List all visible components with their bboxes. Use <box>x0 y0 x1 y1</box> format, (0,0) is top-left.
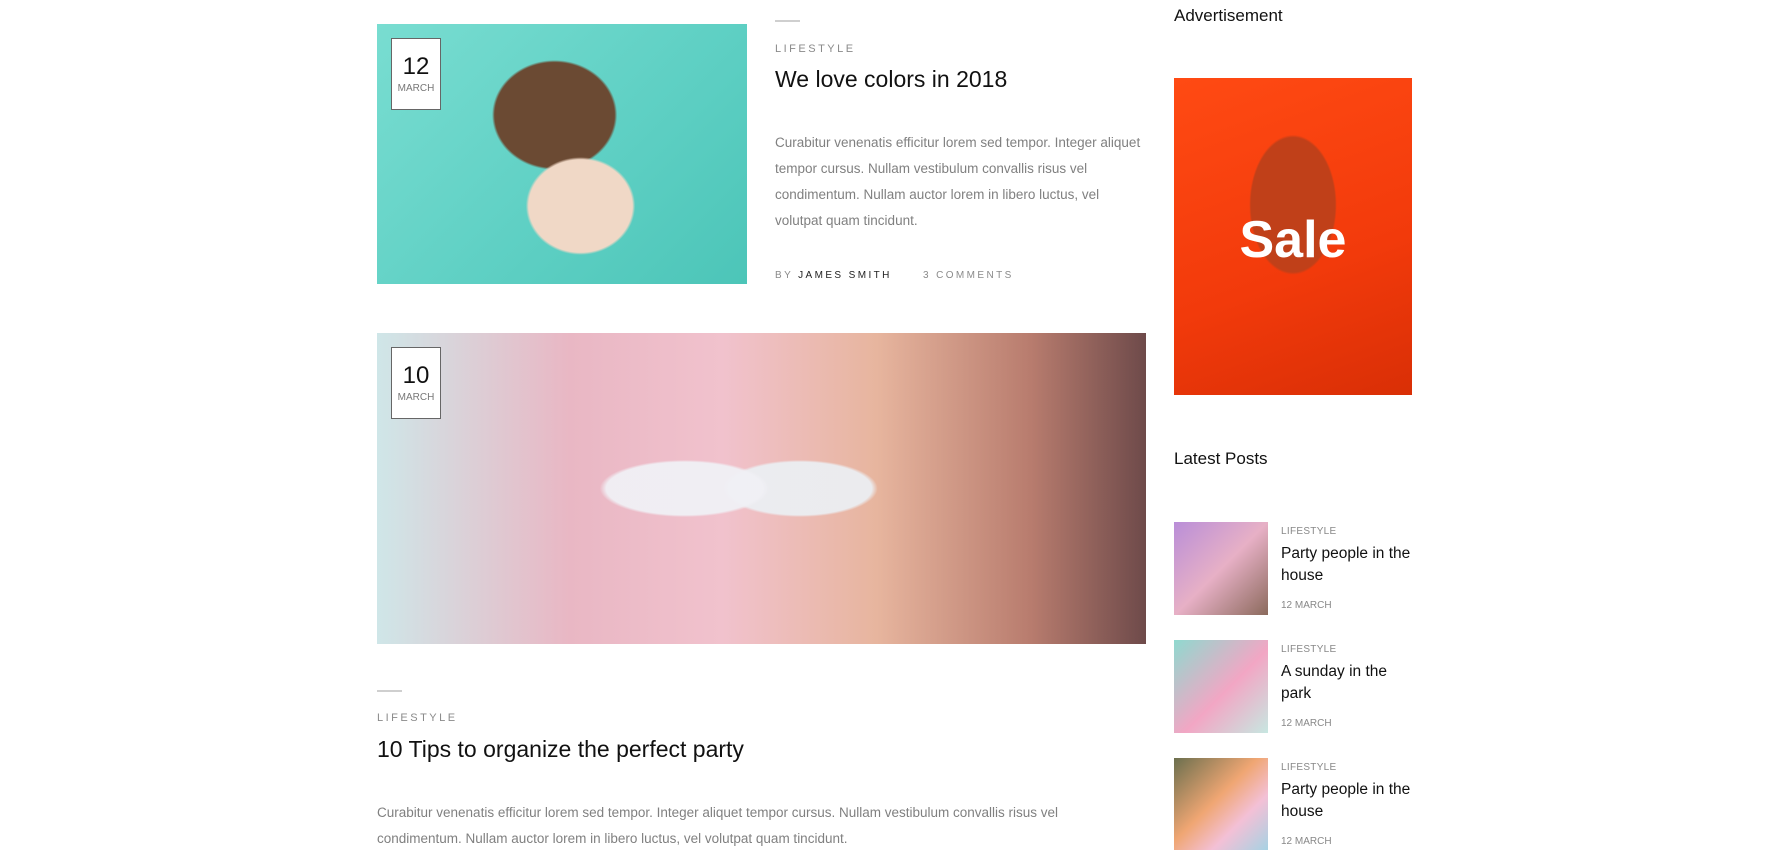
divider <box>775 20 800 22</box>
latest-post-category[interactable]: LIFESTYLE <box>1281 526 1337 537</box>
latest-post-thumbnail[interactable] <box>1174 758 1268 850</box>
post-author[interactable]: JAMES SMITH <box>798 270 892 281</box>
post-title[interactable]: We love colors in 2018 <box>775 66 1007 93</box>
advertisement-heading: Advertisement <box>1174 6 1283 25</box>
post-comments[interactable]: 3 COMMENTS <box>923 270 1014 281</box>
date-day: 12 <box>402 53 430 80</box>
date-day: 10 <box>402 362 430 389</box>
latest-post-thumbnail[interactable] <box>1174 640 1268 733</box>
latest-post-title[interactable]: A sunday in the park <box>1281 661 1421 705</box>
latest-post-date: 12 MARCH <box>1281 718 1332 729</box>
date-badge: 10 MARCH <box>391 347 441 419</box>
post-category[interactable]: LIFESTYLE <box>377 712 458 724</box>
latest-post-date: 12 MARCH <box>1281 836 1332 847</box>
latest-post-category[interactable]: LIFESTYLE <box>1281 644 1337 655</box>
date-month: MARCH <box>397 392 435 403</box>
post-excerpt: Curabitur venenatis efficitur lorem sed … <box>775 135 1141 228</box>
latest-posts-heading: Latest Posts <box>1174 449 1268 468</box>
by-label: BY <box>775 270 793 281</box>
latest-post-title[interactable]: Party people in the house <box>1281 543 1421 587</box>
date-month: MARCH <box>397 83 435 94</box>
latest-post-thumbnail[interactable] <box>1174 522 1268 615</box>
latest-post-category[interactable]: LIFESTYLE <box>1281 762 1337 773</box>
post-title[interactable]: 10 Tips to organize the perfect party <box>377 736 744 763</box>
post-image-cups[interactable] <box>377 333 1146 644</box>
divider <box>377 690 402 692</box>
post-meta: BY JAMES SMITH 3 COMMENTS <box>775 270 1014 281</box>
latest-post-title[interactable]: Party people in the house <box>1281 779 1421 823</box>
date-badge: 12 MARCH <box>391 38 441 110</box>
post-excerpt: Curabitur venenatis efficitur lorem sed … <box>377 805 1059 846</box>
latest-post-date: 12 MARCH <box>1281 600 1332 611</box>
post-category[interactable]: LIFESTYLE <box>775 43 856 55</box>
ad-sale-text: Sale <box>1239 211 1347 269</box>
